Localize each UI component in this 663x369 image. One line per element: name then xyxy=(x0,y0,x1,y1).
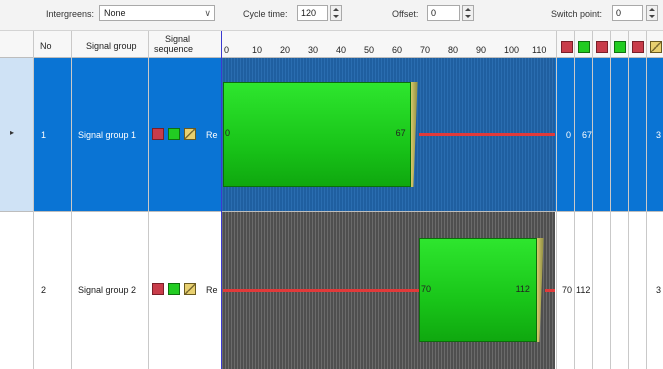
tick-label: 0 xyxy=(224,45,230,55)
red-icon xyxy=(152,128,164,140)
cycle-time-value: 120 xyxy=(301,8,317,18)
tick-label: 20 xyxy=(280,45,291,55)
switch-point-label: Switch point: xyxy=(551,9,603,19)
row-selector[interactable] xyxy=(0,58,33,211)
row-seq-label: Re xyxy=(206,285,218,295)
column-header-signal-line1[interactable]: Signal xyxy=(165,34,190,44)
row-value-a: 0 xyxy=(566,130,572,140)
red-phase-bar xyxy=(223,289,419,292)
red-icon xyxy=(152,283,164,295)
row-signal-group: Signal group 1 xyxy=(78,130,137,140)
column-divider xyxy=(33,31,34,369)
row-no: 1 xyxy=(41,130,47,140)
tick-label: 80 xyxy=(448,45,459,55)
amber-icon xyxy=(184,128,196,140)
tick-label: 40 xyxy=(336,45,347,55)
tick-label: 60 xyxy=(392,45,403,55)
column-divider xyxy=(628,31,629,369)
tick-label: 30 xyxy=(308,45,319,55)
amber-icon xyxy=(650,41,662,53)
red-phase-bar xyxy=(544,289,555,292)
green-start-label: 0 xyxy=(225,128,231,138)
row-value-b: 67 xyxy=(582,130,593,140)
intergreens-label: Intergreens: xyxy=(46,9,95,19)
tick-label: 10 xyxy=(252,45,263,55)
cycle-time-input[interactable]: 120 xyxy=(297,5,328,21)
tick-label: 100 xyxy=(504,45,520,55)
intergreens-dropdown[interactable]: None ∨ xyxy=(99,5,215,21)
column-divider xyxy=(148,31,149,369)
green-icon xyxy=(578,41,590,53)
red-phase-bar xyxy=(418,133,555,136)
column-header-signal-group[interactable]: Signal group xyxy=(86,41,137,51)
red-icon xyxy=(561,41,573,53)
switch-point-input[interactable]: 0 xyxy=(612,5,643,21)
red-amber-icon xyxy=(632,41,644,53)
timeline-start-line xyxy=(221,31,222,369)
red-icon xyxy=(596,41,608,53)
column-divider xyxy=(592,31,593,369)
tick-label: 50 xyxy=(364,45,375,55)
green-icon xyxy=(168,128,180,140)
column-divider xyxy=(71,31,72,369)
column-divider xyxy=(610,31,611,369)
tick-label: 90 xyxy=(476,45,487,55)
offset-spinner[interactable] xyxy=(462,5,474,21)
column-divider xyxy=(646,31,647,369)
green-icon xyxy=(614,41,626,53)
switch-point-value: 0 xyxy=(616,8,622,18)
tick-label: 110 xyxy=(532,45,547,55)
green-icon xyxy=(168,283,180,295)
row-no: 2 xyxy=(41,285,47,295)
offset-input[interactable]: 0 xyxy=(427,5,460,21)
row-value-last: 3 xyxy=(656,285,662,295)
spinner-arrows-icon xyxy=(465,8,471,18)
amber-icon xyxy=(184,283,196,295)
toolbar: Intergreens: None ∨ Cycle time: 120 Offs… xyxy=(0,0,663,31)
column-header-signal-line2[interactable]: sequence xyxy=(154,44,193,54)
column-header-no[interactable]: No xyxy=(40,41,52,51)
switch-point-spinner[interactable] xyxy=(646,5,658,21)
column-divider xyxy=(574,31,575,369)
cycle-time-label: Cycle time: xyxy=(243,9,288,19)
row-value-b: 112 xyxy=(576,285,591,295)
offset-value: 0 xyxy=(431,8,437,18)
cycle-time-spinner[interactable] xyxy=(330,5,342,21)
green-end-label: 67 xyxy=(395,128,406,138)
column-divider xyxy=(556,31,557,369)
offset-label: Offset: xyxy=(392,9,419,19)
green-phase-bar[interactable] xyxy=(223,82,411,187)
row-seq-label: Re xyxy=(206,130,218,140)
row-signal-group: Signal group 2 xyxy=(78,285,137,295)
spinner-arrows-icon xyxy=(649,8,655,18)
chevron-down-icon: ∨ xyxy=(204,8,211,18)
row-value-a: 70 xyxy=(562,285,573,295)
spinner-arrows-icon xyxy=(333,8,339,18)
intergreens-value: None xyxy=(104,8,126,18)
green-start-label: 70 xyxy=(421,284,432,294)
green-end-label: 112 xyxy=(515,284,530,294)
tick-label: 70 xyxy=(420,45,431,55)
current-row-icon: ▸ xyxy=(10,128,15,137)
row-value-last: 3 xyxy=(656,130,662,140)
